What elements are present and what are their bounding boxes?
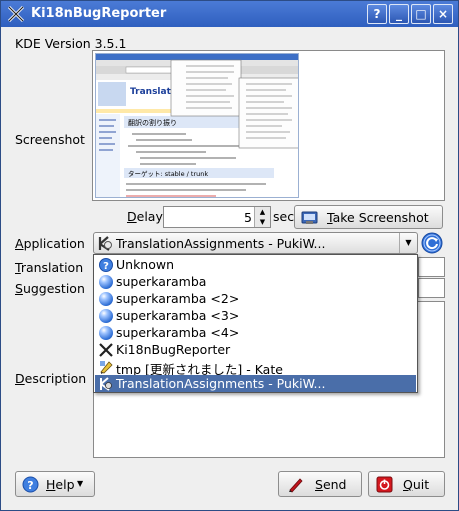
svg-text:?: ? [27,479,33,492]
blue-ball-icon [99,275,113,289]
help-button-label: Help [46,477,75,492]
application-label: Application [15,236,85,251]
konqueror-gear-icon [98,236,112,251]
minimize-button[interactable]: _ [389,4,409,24]
dropdown-item-unknown[interactable]: ? Unknown [95,256,416,273]
svg-text:?: ? [103,261,109,272]
dropdown-item-superkaramba-3[interactable]: superkaramba <3> [95,307,416,324]
delay-label: Delay [127,209,163,224]
translation-label: Translation [15,260,84,275]
maximize-button[interactable]: □ [411,4,431,24]
title-bar[interactable]: Ki18nBugReporter ? _ □ × [1,1,458,27]
help-circle-icon: ? [22,476,39,493]
delay-value: 5 [244,210,252,225]
screenshot-thumbnail-image: Translation 翻訳の割り振り ターゲット: stable / trun [96,54,298,197]
refresh-icon [421,232,443,254]
x-logo-icon [7,5,25,23]
close-button[interactable]: × [433,4,453,24]
blue-ball-icon [99,309,113,323]
delay-spinbox[interactable]: 5 ▲ ▼ [163,206,271,228]
help-button[interactable]: ? Help ▼ [15,471,95,497]
refresh-button[interactable] [421,232,443,254]
translation-input[interactable] [418,257,445,277]
dropdown-item-superkaramba-2[interactable]: superkaramba <2> [95,290,416,307]
sec-label: sec [273,209,295,224]
x-logo-icon [99,343,113,357]
spin-down-icon[interactable]: ▼ [255,217,270,227]
konqueror-gear-icon [100,377,112,391]
screenshot-label: Screenshot [15,132,85,147]
screenshot-preview: Translation 翻訳の割り振り ターゲット: stable / trun [95,53,299,198]
application-combobox[interactable]: TranslationAssignments - PukiW... ▼ [93,232,418,254]
quit-button-label: Quit [403,477,430,492]
power-icon [376,476,393,493]
camera-icon [301,211,318,224]
dropdown-item-kate[interactable]: tmp [更新されました] - Kate [95,358,416,377]
preview-target: ターゲット: stable / trunk [128,169,208,178]
preview-subheading: 翻訳の割り振り [128,118,177,127]
dropdown-item-translation-assignments[interactable]: TranslationAssignments - PukiW... [95,375,416,392]
take-screenshot-button[interactable]: Take Screenshot [294,205,443,229]
suggestion-label: Suggestion [15,281,85,296]
pen-icon [289,478,303,493]
window-title: Ki18nBugReporter [31,6,167,21]
description-label: Description [15,371,87,386]
bug-reporter-window: Ki18nBugReporter ? _ □ × KDE Version 3.5… [0,0,459,511]
dropdown-item-superkaramba[interactable]: superkaramba [95,273,416,290]
take-screenshot-label: Take Screenshot [327,210,429,225]
quit-button[interactable]: Quit [368,471,445,497]
help-title-button[interactable]: ? [367,4,387,24]
send-button[interactable]: Send [278,471,362,497]
kde-version-label: KDE Version 3.5.1 [15,36,127,51]
send-button-label: Send [315,477,347,492]
chevron-down-icon[interactable]: ▼ [399,233,417,253]
chevron-down-icon: ▼ [77,479,84,488]
application-selected: TranslationAssignments - PukiW... [116,236,326,251]
blue-ball-icon [99,292,113,306]
delay-spin-arrows[interactable]: ▲ ▼ [254,207,270,227]
suggestion-input[interactable] [418,278,445,298]
dropdown-item-superkaramba-4[interactable]: superkaramba <4> [95,324,416,341]
dropdown-item-ki18nbugreporter[interactable]: Ki18nBugReporter [95,341,416,358]
help-circle-icon: ? [99,258,113,272]
spin-up-icon[interactable]: ▲ [255,207,270,217]
kate-pen-icon [100,361,113,374]
application-dropdown-list: ? Unknown superkaramba superkaramba <2> … [93,254,418,393]
screenshot-frame: Translation 翻訳の割り振り ターゲット: stable / trun [92,50,445,201]
blue-ball-icon [99,326,113,340]
